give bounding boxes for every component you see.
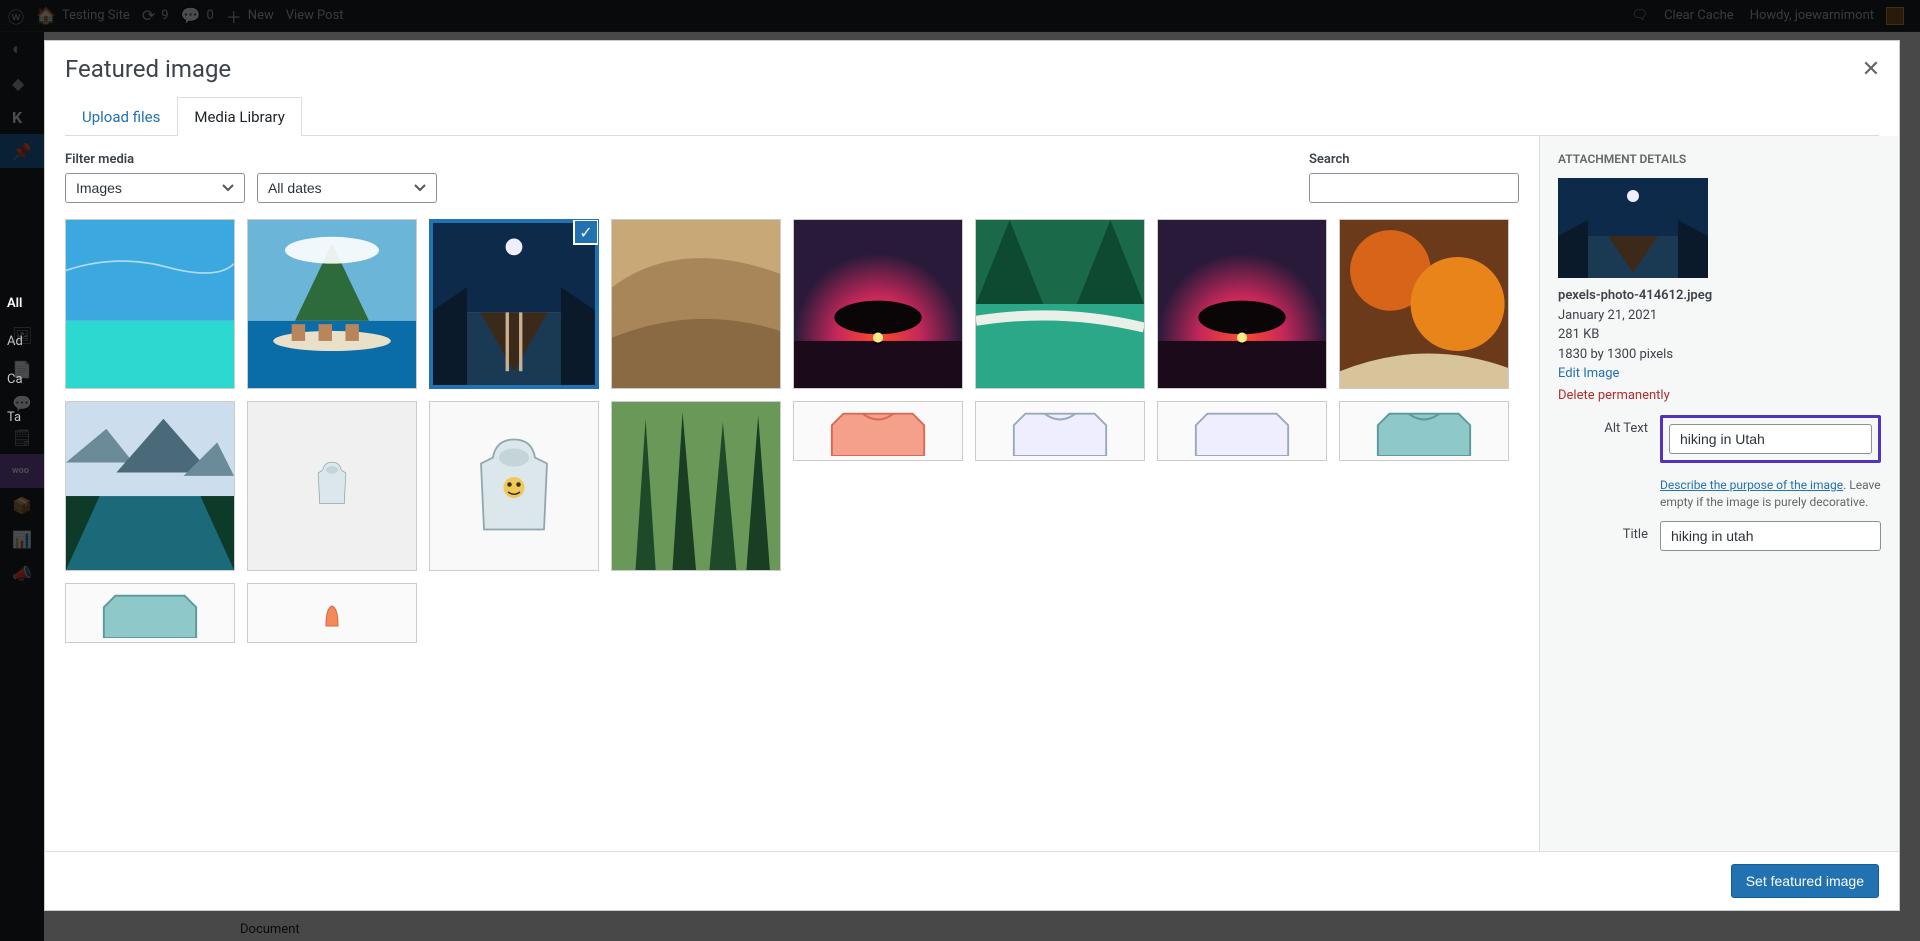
thumbnail[interactable] (793, 401, 963, 461)
thumbnail[interactable] (975, 219, 1145, 389)
search-label: Search (1309, 152, 1519, 167)
attachment-meta: pexels-photo-414612.jpeg January 21, 202… (1558, 286, 1881, 405)
search-input[interactable] (1309, 173, 1519, 203)
filename: pexels-photo-414612.jpeg (1558, 286, 1881, 306)
alt-desc-link[interactable]: Describe the purpose of the image (1660, 478, 1843, 492)
alt-input[interactable] (1669, 424, 1872, 454)
file-size: 281 KB (1558, 327, 1599, 342)
thumbnail[interactable] (611, 401, 781, 571)
alt-label: Alt Text (1558, 415, 1648, 436)
title-label: Title (1558, 521, 1648, 542)
check-icon: ✓ (573, 219, 599, 245)
media-modal: ✕ Featured image Upload files Media Libr… (44, 40, 1900, 911)
delete-link[interactable]: Delete permanently (1558, 386, 1881, 406)
file-date: January 21, 2021 (1558, 308, 1657, 323)
thumbnail-grid: ✓ (65, 219, 1519, 643)
filter-label: Filter media (65, 152, 445, 167)
thumbnail-selected[interactable]: ✓ (429, 219, 599, 389)
thumbnail[interactable] (65, 219, 235, 389)
tab-upload[interactable]: Upload files (65, 97, 177, 136)
tab-library[interactable]: Media Library (177, 97, 301, 136)
thumbnail[interactable] (1157, 219, 1327, 389)
thumbnail[interactable] (429, 401, 599, 571)
media-main: Filter media Images All dates Search (45, 136, 1539, 851)
thumbnail[interactable] (65, 401, 235, 571)
subnav-add-new[interactable]: Ad (7, 334, 23, 349)
set-featured-button[interactable]: Set featured image (1731, 864, 1879, 898)
modal-title: Featured image (65, 55, 1879, 83)
alt-description: Describe the purpose of the image. Leave… (1660, 477, 1881, 511)
attachment-details: ATTACHMENT DETAILS pexels-photo-414612.j… (1539, 136, 1899, 851)
thumbnail[interactable] (247, 583, 417, 643)
file-dims: 1830 by 1300 pixels (1558, 347, 1673, 362)
title-input[interactable] (1660, 521, 1881, 551)
tabs: Upload files Media Library (65, 97, 1879, 136)
subnav-all-posts[interactable]: All (7, 296, 22, 311)
alt-highlight-box (1660, 415, 1881, 463)
date-select[interactable]: All dates (257, 173, 437, 203)
thumbnail[interactable] (247, 401, 417, 571)
thumbnail[interactable] (611, 219, 781, 389)
details-heading: ATTACHMENT DETAILS (1558, 152, 1881, 166)
type-select[interactable]: Images (65, 173, 245, 203)
subnav-tags[interactable]: Ta (7, 410, 21, 425)
search-group: Search (1309, 152, 1519, 203)
modal-footer: Set featured image (45, 851, 1899, 910)
subnav-categories[interactable]: Ca (7, 372, 23, 387)
thumbnail[interactable] (65, 583, 235, 643)
thumbnail[interactable] (975, 401, 1145, 461)
preview-image (1558, 178, 1708, 278)
thumbnail[interactable] (1157, 401, 1327, 461)
filter-group: Filter media Images All dates (65, 152, 445, 203)
thumbnail[interactable] (1339, 219, 1509, 389)
thumbnail[interactable] (1339, 401, 1509, 461)
thumbnail[interactable] (793, 219, 963, 389)
thumbnail[interactable] (247, 219, 417, 389)
edit-image-link[interactable]: Edit Image (1558, 366, 1619, 381)
